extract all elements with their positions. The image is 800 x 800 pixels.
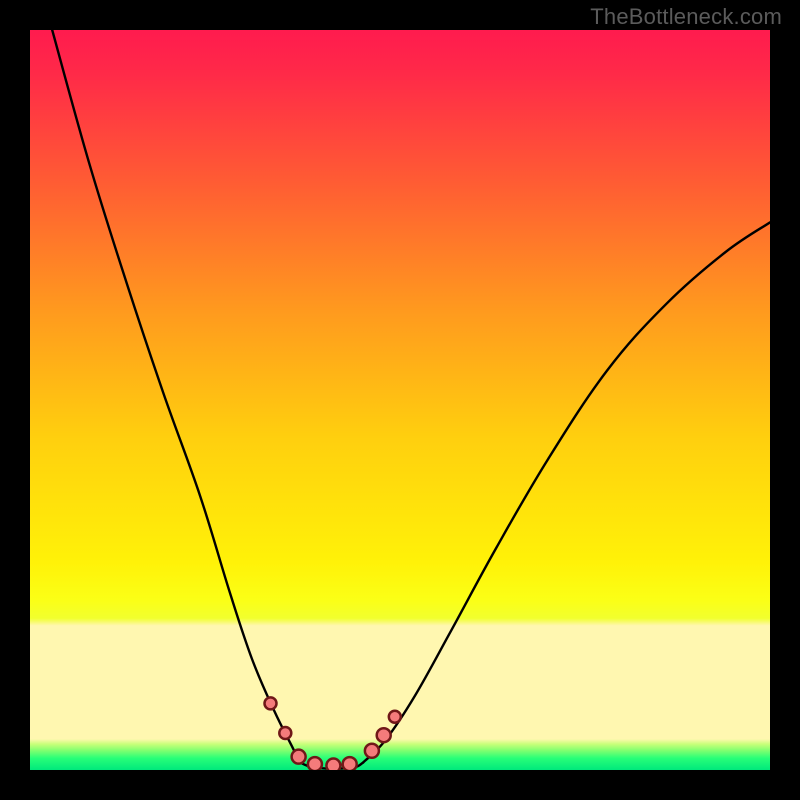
marker-2: [292, 750, 306, 764]
marker-8: [389, 711, 401, 723]
marker-4: [326, 759, 340, 770]
plot-area: [30, 30, 770, 770]
marker-0: [265, 697, 277, 709]
gradient-background: [30, 30, 770, 770]
chart-svg: [30, 30, 770, 770]
watermark-text: TheBottleneck.com: [590, 4, 782, 30]
outer-frame: TheBottleneck.com: [0, 0, 800, 800]
marker-7: [377, 728, 391, 742]
marker-6: [365, 744, 379, 758]
marker-3: [308, 757, 322, 770]
marker-5: [343, 757, 357, 770]
marker-1: [279, 727, 291, 739]
